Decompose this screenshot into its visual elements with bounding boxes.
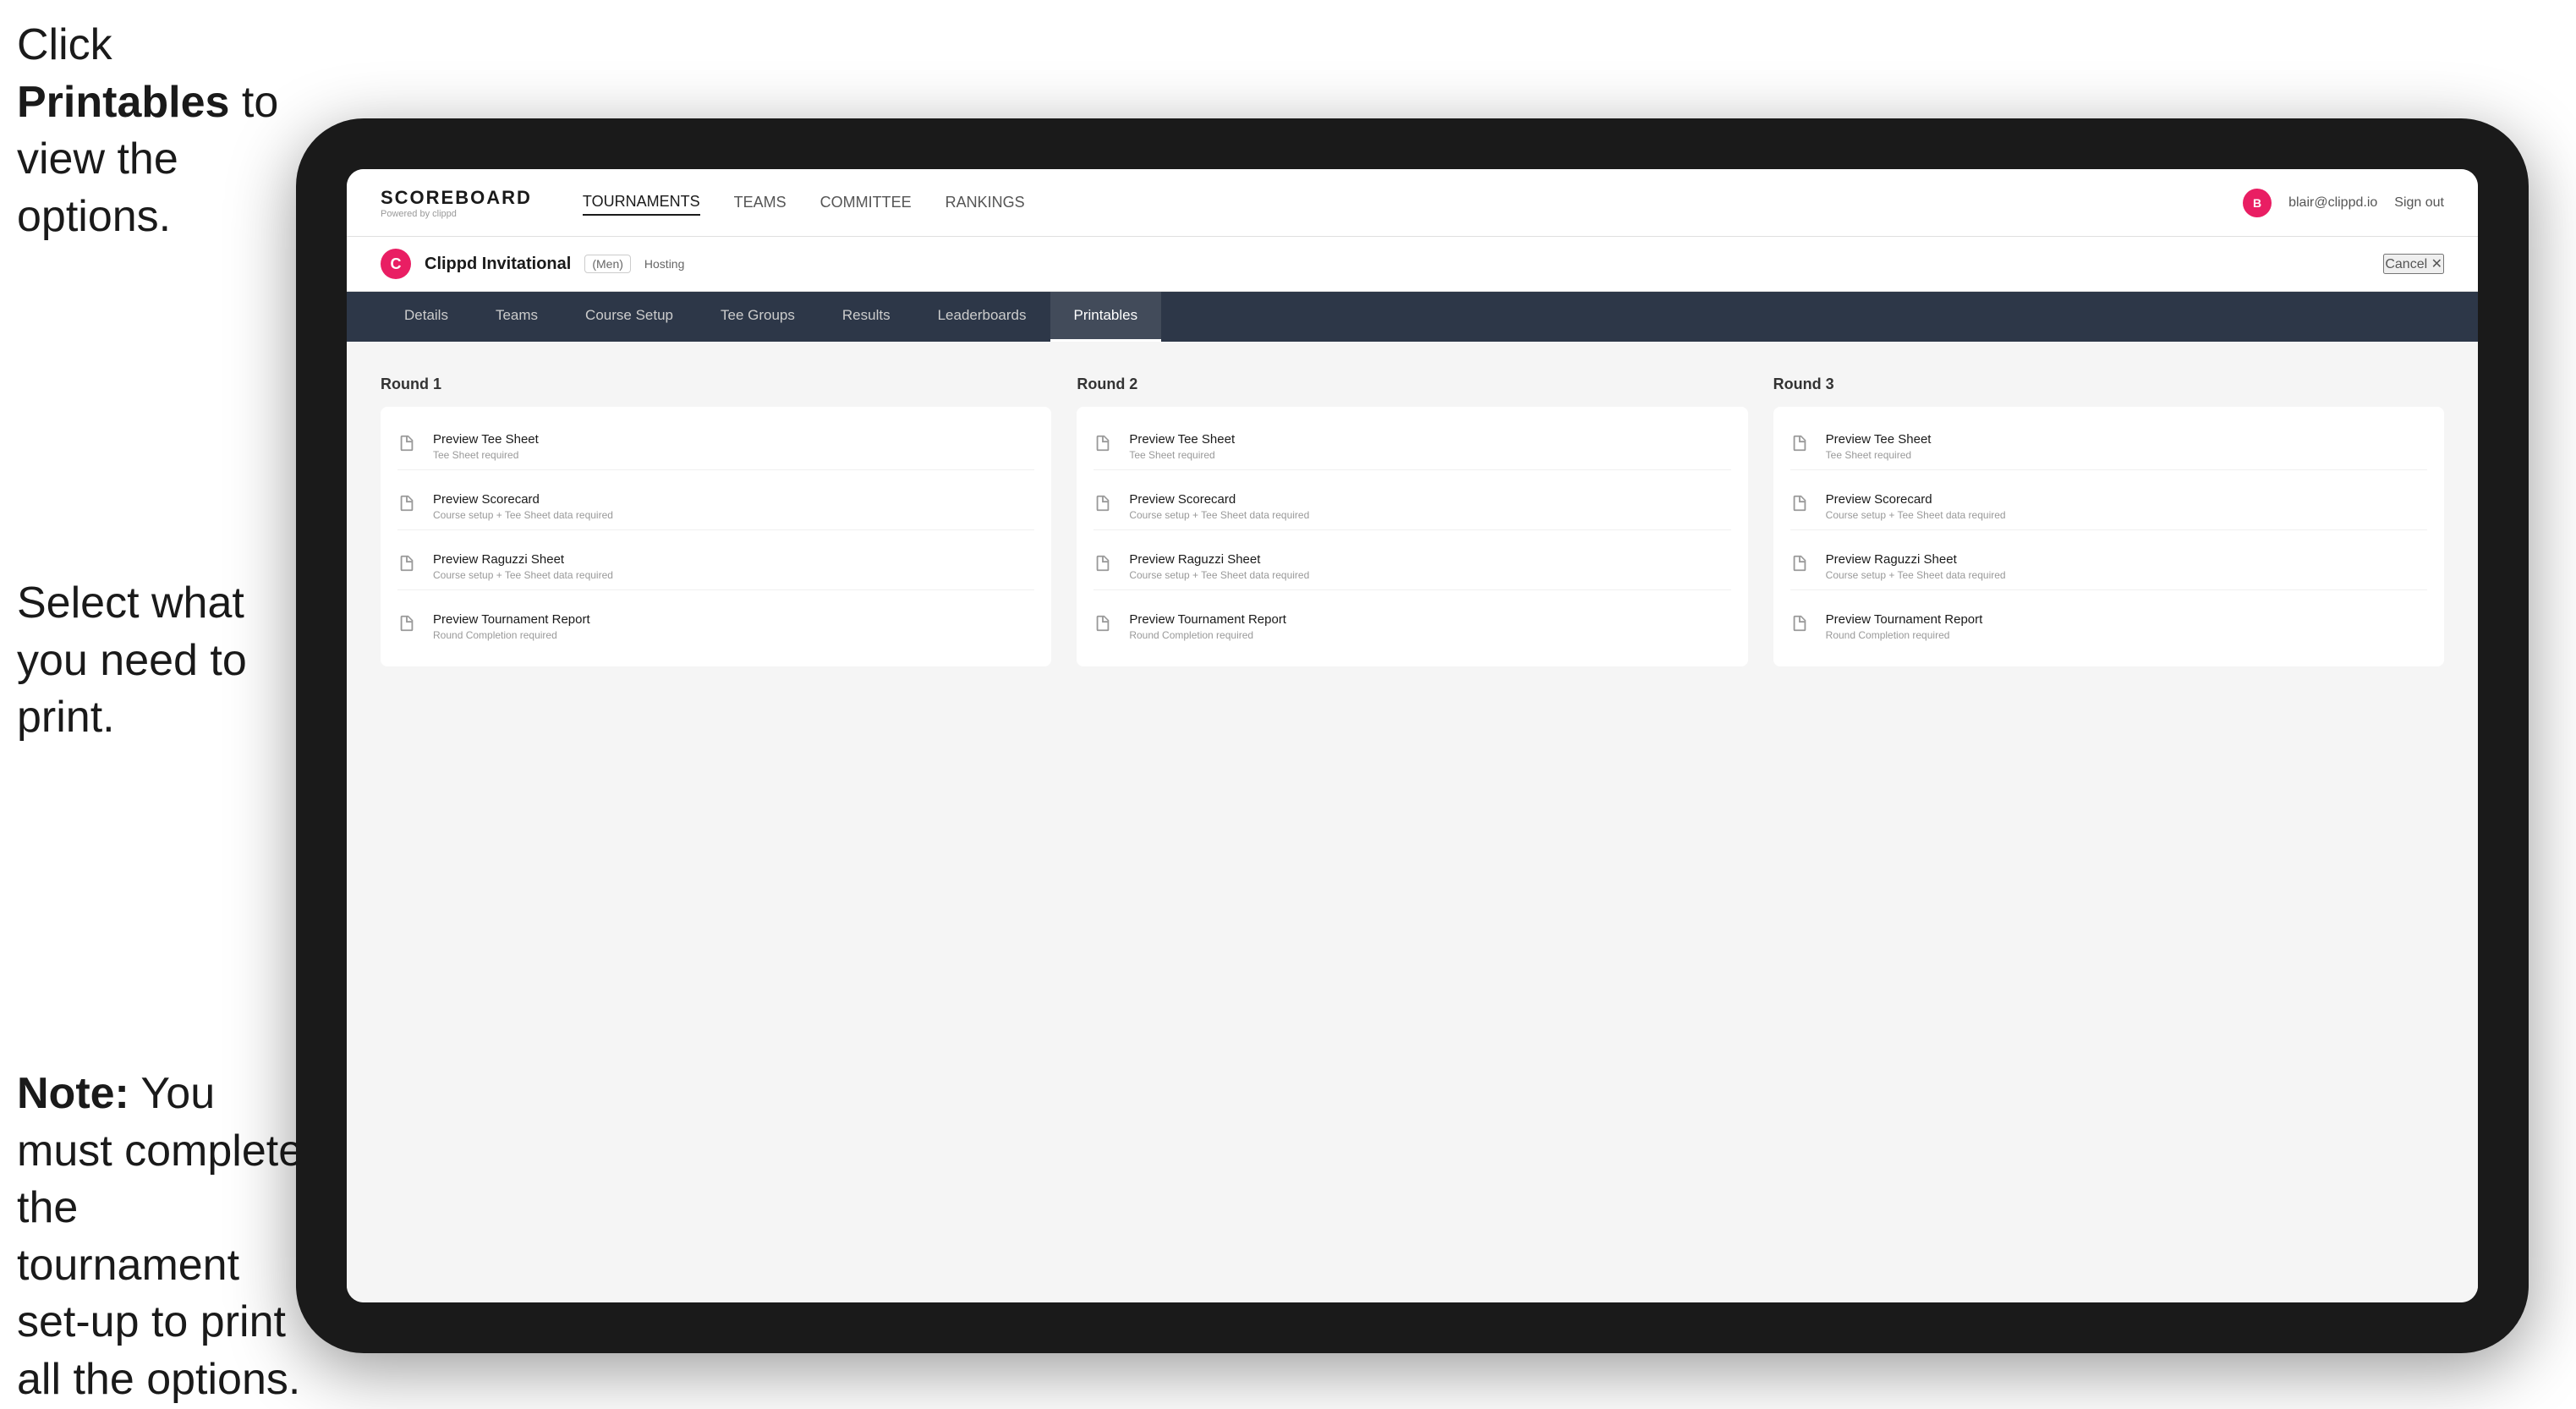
- print-item-1-1[interactable]: Preview Tee Sheet Tee Sheet required: [397, 424, 1034, 470]
- document-icon: [1093, 434, 1117, 458]
- nav-right: B blair@clippd.io Sign out: [2243, 189, 2444, 217]
- hosting-badge: Hosting: [644, 257, 684, 271]
- tournament-name: Clippd Invitational: [425, 255, 571, 274]
- print-item-requirement: Course setup + Tee Sheet data required: [433, 509, 613, 521]
- document-icon: [1093, 554, 1117, 578]
- sign-out-link[interactable]: Sign out: [2394, 195, 2444, 211]
- print-item-2-3[interactable]: Preview Raguzzi Sheet Course setup + Tee …: [1093, 544, 1730, 590]
- print-item-name: Preview Tee Sheet: [1826, 432, 1932, 447]
- print-item-name: Preview Tee Sheet: [1129, 432, 1235, 447]
- print-item-3-1[interactable]: Preview Tee Sheet Tee Sheet required: [1790, 424, 2427, 470]
- nav-tournaments[interactable]: TOURNAMENTS: [583, 189, 700, 216]
- print-item-1-4[interactable]: Preview Tournament Report Round Completio…: [397, 604, 1034, 650]
- document-icon: [1093, 614, 1117, 638]
- print-item-name: Preview Raguzzi Sheet: [1826, 552, 2006, 567]
- tab-tee-groups[interactable]: Tee Groups: [697, 292, 819, 342]
- print-item-requirement: Tee Sheet required: [433, 449, 539, 461]
- round-card-3: Preview Tee Sheet Tee Sheet required Prev…: [1773, 407, 2444, 666]
- tab-teams[interactable]: Teams: [472, 292, 562, 342]
- cancel-button[interactable]: Cancel ✕: [2383, 254, 2444, 274]
- avatar: B: [2243, 189, 2272, 217]
- print-item-name: Preview Tee Sheet: [433, 432, 539, 447]
- round-column-3: Round 3 Preview Tee Sheet Tee Sheet requi…: [1773, 376, 2444, 666]
- print-item-name: Preview Scorecard: [433, 492, 613, 507]
- document-icon: [1093, 494, 1117, 518]
- annotation-top: Click Printables to view the options.: [17, 17, 304, 245]
- print-item-name: Preview Scorecard: [1826, 492, 2006, 507]
- print-item-3-2[interactable]: Preview Scorecard Course setup + Tee Shee…: [1790, 484, 2427, 530]
- rounds-grid: Round 1 Preview Tee Sheet Tee Sheet requi…: [381, 376, 2444, 666]
- print-item-name: Preview Scorecard: [1129, 492, 1309, 507]
- round-column-2: Round 2 Preview Tee Sheet Tee Sheet requi…: [1077, 376, 1747, 666]
- print-item-requirement: Course setup + Tee Sheet data required: [1826, 509, 2006, 521]
- user-email: blair@clippd.io: [2288, 195, 2377, 211]
- top-nav: SCOREBOARD Powered by clippd TOURNAMENTS…: [347, 169, 2478, 237]
- nav-teams[interactable]: TEAMS: [734, 190, 787, 215]
- document-icon: [397, 554, 421, 578]
- document-icon: [1790, 554, 1814, 578]
- print-item-1-2[interactable]: Preview Scorecard Course setup + Tee Shee…: [397, 484, 1034, 530]
- tablet-screen: SCOREBOARD Powered by clippd TOURNAMENTS…: [347, 169, 2478, 1302]
- tournament-info: C Clippd Invitational (Men) Hosting: [381, 249, 684, 279]
- nav-links: TOURNAMENTS TEAMS COMMITTEE RANKINGS: [583, 189, 1025, 216]
- main-content: Round 1 Preview Tee Sheet Tee Sheet requi…: [347, 342, 2478, 1302]
- document-icon: [1790, 494, 1814, 518]
- logo-area: SCOREBOARD Powered by clippd: [381, 187, 532, 219]
- tab-printables[interactable]: Printables: [1050, 292, 1162, 342]
- tab-results[interactable]: Results: [819, 292, 914, 342]
- logo-subtitle: Powered by clippd: [381, 209, 532, 219]
- document-icon: [397, 434, 421, 458]
- document-icon: [397, 614, 421, 638]
- print-item-requirement: Tee Sheet required: [1129, 449, 1235, 461]
- sub-header: C Clippd Invitational (Men) Hosting Canc…: [347, 237, 2478, 292]
- print-item-requirement: Round Completion required: [1826, 629, 1983, 641]
- document-icon: [1790, 614, 1814, 638]
- tablet-frame: SCOREBOARD Powered by clippd TOURNAMENTS…: [296, 118, 2529, 1353]
- round-column-1: Round 1 Preview Tee Sheet Tee Sheet requi…: [381, 376, 1051, 666]
- print-item-requirement: Round Completion required: [1129, 629, 1286, 641]
- print-item-requirement: Course setup + Tee Sheet data required: [433, 569, 613, 581]
- print-item-name: Preview Raguzzi Sheet: [433, 552, 613, 567]
- print-item-3-4[interactable]: Preview Tournament Report Round Completio…: [1790, 604, 2427, 650]
- print-item-requirement: Course setup + Tee Sheet data required: [1826, 569, 2006, 581]
- print-item-2-2[interactable]: Preview Scorecard Course setup + Tee Shee…: [1093, 484, 1730, 530]
- document-icon: [1790, 434, 1814, 458]
- round-title-1: Round 1: [381, 376, 1051, 393]
- print-item-requirement: Round Completion required: [433, 629, 590, 641]
- print-item-name: Preview Raguzzi Sheet: [1129, 552, 1309, 567]
- logo-title: SCOREBOARD: [381, 187, 532, 209]
- print-item-3-3[interactable]: Preview Raguzzi Sheet Course setup + Tee …: [1790, 544, 2427, 590]
- print-item-2-1[interactable]: Preview Tee Sheet Tee Sheet required: [1093, 424, 1730, 470]
- print-item-name: Preview Tournament Report: [433, 612, 590, 627]
- round-title-2: Round 2: [1077, 376, 1747, 393]
- annotation-bottom: Note: You must complete the tournament s…: [17, 1066, 304, 1409]
- round-card-2: Preview Tee Sheet Tee Sheet required Prev…: [1077, 407, 1747, 666]
- print-item-requirement: Course setup + Tee Sheet data required: [1129, 569, 1309, 581]
- tab-leaderboards[interactable]: Leaderboards: [914, 292, 1050, 342]
- tab-course-setup[interactable]: Course Setup: [562, 292, 697, 342]
- nav-rankings[interactable]: RANKINGS: [945, 190, 1025, 215]
- print-item-2-4[interactable]: Preview Tournament Report Round Completio…: [1093, 604, 1730, 650]
- print-item-requirement: Tee Sheet required: [1826, 449, 1932, 461]
- round-title-3: Round 3: [1773, 376, 2444, 393]
- tournament-badge: (Men): [584, 255, 631, 273]
- round-card-1: Preview Tee Sheet Tee Sheet required Prev…: [381, 407, 1051, 666]
- print-item-requirement: Course setup + Tee Sheet data required: [1129, 509, 1309, 521]
- tournament-logo: C: [381, 249, 411, 279]
- nav-committee[interactable]: COMMITTEE: [820, 190, 912, 215]
- document-icon: [397, 494, 421, 518]
- nav-left: SCOREBOARD Powered by clippd TOURNAMENTS…: [381, 187, 1025, 219]
- annotation-middle: Select what you need to print.: [17, 575, 304, 747]
- tab-details[interactable]: Details: [381, 292, 472, 342]
- print-item-name: Preview Tournament Report: [1129, 612, 1286, 627]
- print-item-1-3[interactable]: Preview Raguzzi Sheet Course setup + Tee …: [397, 544, 1034, 590]
- tab-bar: Details Teams Course Setup Tee Groups Re…: [347, 292, 2478, 342]
- print-item-name: Preview Tournament Report: [1826, 612, 1983, 627]
